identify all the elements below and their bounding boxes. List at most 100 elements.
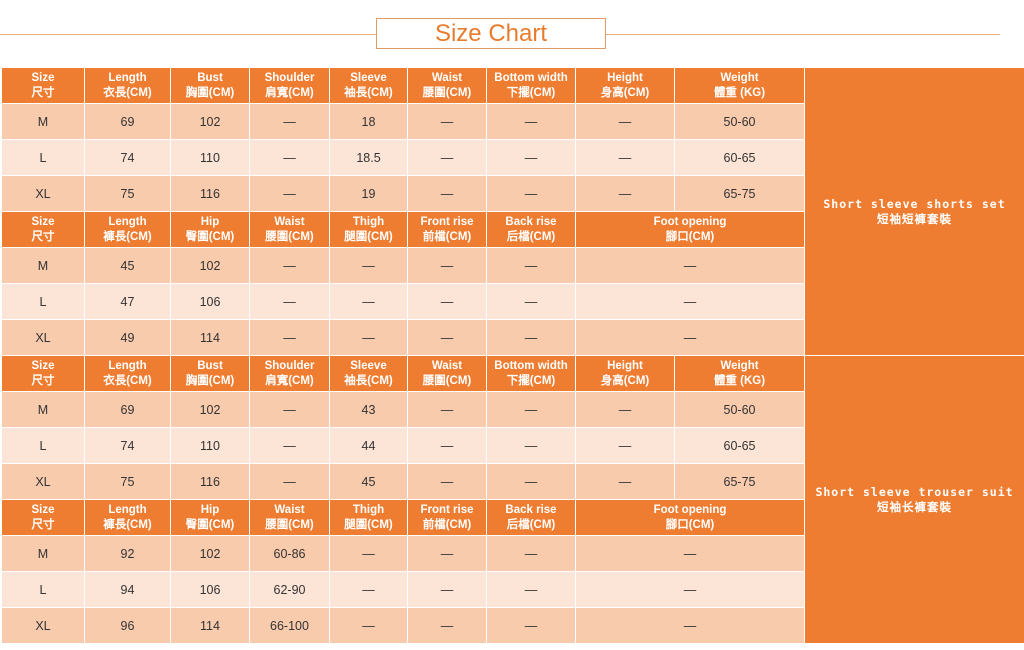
column-header: Foot opening 腳口(CM) bbox=[575, 211, 805, 248]
table-cell: — bbox=[575, 391, 675, 428]
header-label-en: Hip bbox=[200, 503, 220, 516]
header-label-zh: 體重 (KG) bbox=[713, 374, 766, 387]
header-label-en: Length bbox=[108, 503, 147, 516]
header-label-zh: 下擺(CM) bbox=[506, 374, 556, 387]
column-header: Sleeve 袖長(CM) bbox=[329, 67, 408, 104]
column-header: Bottom width 下擺(CM) bbox=[486, 67, 576, 104]
header-label-zh: 腿圍(CM) bbox=[344, 230, 393, 243]
table-cell: — bbox=[575, 319, 805, 356]
table-cell: 19 bbox=[329, 175, 408, 212]
header-label-zh: 尺寸 bbox=[31, 518, 55, 531]
table-cell: — bbox=[486, 175, 576, 212]
column-header: Foot opening 腳口(CM) bbox=[575, 499, 805, 536]
table-cell: 74 bbox=[84, 427, 171, 464]
table-cell: M bbox=[1, 535, 85, 572]
header-label-zh: 腰圍(CM) bbox=[265, 230, 314, 243]
table-cell: 65-75 bbox=[674, 463, 805, 500]
table-cell: M bbox=[1, 247, 85, 284]
header-label-en: Waist bbox=[431, 71, 463, 84]
header-label-en: Waist bbox=[274, 215, 305, 228]
header-label-zh: 臀圍(CM) bbox=[185, 518, 235, 531]
header-label-en: Bottom width bbox=[494, 71, 568, 84]
header-label-zh: 衣長(CM) bbox=[103, 86, 152, 99]
header-label-en: Size bbox=[31, 71, 55, 84]
header-label-en: Weight bbox=[720, 71, 759, 84]
header-label-zh: 肩寬(CM) bbox=[265, 86, 314, 99]
column-header: Shoulder 肩寬(CM) bbox=[249, 355, 330, 392]
table-cell: 116 bbox=[170, 175, 250, 212]
table-cell: 45 bbox=[329, 463, 408, 500]
table-cell: — bbox=[249, 427, 330, 464]
header-label-en: Bust bbox=[197, 359, 223, 372]
table-cell: — bbox=[249, 247, 330, 284]
table-cell: — bbox=[407, 283, 487, 320]
table-cell: 106 bbox=[170, 571, 250, 608]
table-cell: 69 bbox=[84, 103, 171, 140]
table-cell: 114 bbox=[170, 607, 250, 644]
header-label-en: Bust bbox=[197, 71, 223, 84]
column-header: Size 尺寸 bbox=[1, 67, 85, 104]
table-cell: 60-65 bbox=[674, 427, 805, 464]
table-cell: — bbox=[486, 571, 576, 608]
column-header: Thigh 腿圍(CM) bbox=[329, 211, 408, 248]
header-label-en: Height bbox=[607, 71, 643, 84]
column-header: Hip 臀圍(CM) bbox=[170, 211, 250, 248]
table-cell: 62-90 bbox=[249, 571, 330, 608]
table-cell: — bbox=[575, 247, 805, 284]
set-label-en: Short sleeve shorts set bbox=[823, 196, 1006, 211]
header-label-zh: 身高(CM) bbox=[600, 86, 650, 99]
table-cell: 66-100 bbox=[249, 607, 330, 644]
column-header: Bust 胸圍(CM) bbox=[170, 355, 250, 392]
column-header: Sleeve 袖長(CM) bbox=[329, 355, 408, 392]
table-cell: 102 bbox=[170, 391, 250, 428]
column-header: Bust 胸圍(CM) bbox=[170, 67, 250, 104]
table-cell: — bbox=[575, 427, 675, 464]
column-header: Waist 腰圍(CM) bbox=[249, 499, 330, 536]
table-cell: XL bbox=[1, 463, 85, 500]
header-label-en: Shoulder bbox=[264, 71, 315, 84]
header-label-zh: 腳口(CM) bbox=[665, 518, 715, 531]
header-label-en: Length bbox=[108, 359, 147, 372]
table-cell: 114 bbox=[170, 319, 250, 356]
header-label-en: Foot opening bbox=[653, 503, 727, 516]
header-label-zh: 尺寸 bbox=[31, 230, 55, 243]
header-label-zh: 體重 (KG) bbox=[713, 86, 766, 99]
table-cell: 75 bbox=[84, 463, 171, 500]
header-label-zh: 褲長(CM) bbox=[103, 518, 152, 531]
table-cell: — bbox=[486, 103, 576, 140]
table-cell: XL bbox=[1, 175, 85, 212]
table-cell: — bbox=[329, 247, 408, 284]
table-cell: 102 bbox=[170, 103, 250, 140]
header-label-zh: 胸圍(CM) bbox=[185, 374, 235, 387]
header-label-en: Thigh bbox=[352, 503, 385, 516]
table-cell: 69 bbox=[84, 391, 171, 428]
column-header: Back rise 后檔(CM) bbox=[486, 499, 576, 536]
header-label-zh: 下擺(CM) bbox=[506, 86, 556, 99]
table-cell: 18.5 bbox=[329, 139, 408, 176]
header-label-en: Size bbox=[31, 503, 55, 516]
table-cell: 49 bbox=[84, 319, 171, 356]
table-cell: 74 bbox=[84, 139, 171, 176]
header-label-zh: 前檔(CM) bbox=[422, 230, 472, 243]
size-chart-table: Size 尺寸 Length 衣長(CM) Bust 胸圍(CM) Shoulder 肩寬(C… bbox=[1, 67, 1024, 644]
table-cell: — bbox=[486, 427, 576, 464]
table-cell: — bbox=[575, 571, 805, 608]
header-label-zh: 腿圍(CM) bbox=[344, 518, 393, 531]
table-cell: — bbox=[407, 391, 487, 428]
table-cell: — bbox=[249, 103, 330, 140]
header-label-en: Hip bbox=[200, 215, 220, 228]
column-header: Hip 臀圍(CM) bbox=[170, 499, 250, 536]
header-label-en: Length bbox=[108, 215, 147, 228]
table-cell: — bbox=[407, 607, 487, 644]
header-label-en: Front rise bbox=[420, 215, 474, 228]
table-cell: L bbox=[1, 571, 85, 608]
column-header: Size 尺寸 bbox=[1, 499, 85, 536]
table-cell: 65-75 bbox=[674, 175, 805, 212]
table-cell: — bbox=[575, 607, 805, 644]
table-cell: — bbox=[249, 319, 330, 356]
header-label-zh: 肩寬(CM) bbox=[265, 374, 314, 387]
column-header: Length 褲長(CM) bbox=[84, 499, 171, 536]
table-cell: — bbox=[407, 139, 487, 176]
column-header: Size 尺寸 bbox=[1, 355, 85, 392]
table-cell: 60-65 bbox=[674, 139, 805, 176]
